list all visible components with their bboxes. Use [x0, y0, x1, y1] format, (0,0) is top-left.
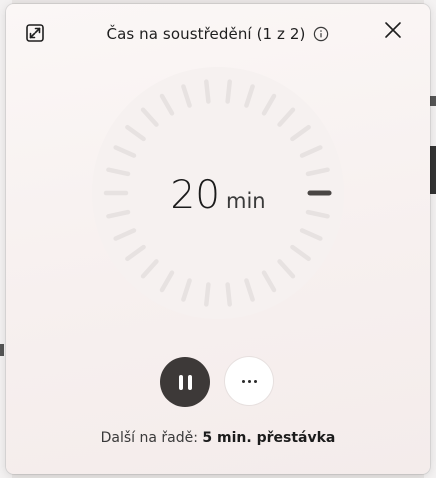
more-icon: [241, 379, 245, 383]
close-icon: [385, 22, 401, 38]
dial-tick: [225, 79, 232, 104]
dial-tick: [225, 282, 232, 307]
more-icon: [247, 379, 251, 383]
next-up-text: Další na řadě: 5 min. přestávka: [6, 430, 430, 446]
pause-icon: [187, 374, 192, 390]
background-mark: [0, 344, 4, 356]
dial-face: [92, 67, 344, 319]
next-up-value: 5 min. přestávka: [202, 430, 336, 446]
more-icon: [253, 379, 257, 383]
widget-title: Čas na soustředění (1 z 2): [106, 25, 306, 43]
dial-tick: [204, 282, 211, 307]
next-up-prefix: Další na řadě:: [100, 430, 203, 446]
background-mark: [430, 96, 436, 106]
pause-button[interactable]: [160, 357, 210, 407]
info-button[interactable]: [313, 26, 329, 42]
dial-tick: [204, 79, 211, 104]
more-options-button[interactable]: [225, 357, 273, 405]
info-icon: [314, 26, 329, 42]
focus-timer-widget: Čas na soustředění (1 z 2) 20 min Další …: [6, 4, 430, 474]
close-button[interactable]: [381, 18, 405, 42]
pause-icon: [178, 374, 183, 390]
timer-dial: 20 min: [91, 66, 345, 320]
title-row: Čas na soustředění (1 z 2): [6, 22, 430, 46]
